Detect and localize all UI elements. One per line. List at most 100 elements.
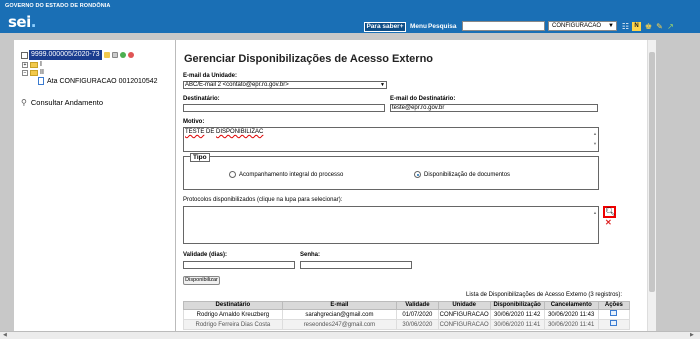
remove-protocol-icon[interactable]: ✕ — [605, 218, 612, 227]
destinatario-input[interactable] — [183, 104, 385, 112]
top-header: GOVERNO DO ESTADO DE RONDÔNIA sei. Para … — [0, 0, 700, 33]
tipo-option-label: Acompanhamento integral do processo — [239, 171, 344, 178]
tree-folder-2[interactable]: − II — [22, 69, 44, 76]
tipo-option-label: Disponibilização de documentos — [424, 171, 511, 178]
chevron-down-icon: ▼ — [608, 23, 614, 29]
government-title: GOVERNO DO ESTADO DE RONDÔNIA — [5, 3, 111, 9]
para-saber-button[interactable]: Para saber+ — [364, 22, 406, 32]
unit-select[interactable]: CONFIGURACAO ▼ — [548, 21, 617, 31]
cell-email: sarahgrecian@gmail.com — [281, 309, 398, 320]
info-icon[interactable] — [111, 52, 118, 58]
consultar-andamento-link[interactable]: ⚲ Consultar Andamento — [21, 98, 103, 107]
tipo-option-documentos[interactable]: Disponibilização de documentos — [414, 171, 510, 178]
col-validade[interactable]: Validade — [396, 301, 439, 310]
horizontal-scrollbar[interactable]: ◀ ▶ — [0, 331, 700, 339]
view-details-icon[interactable] — [610, 320, 618, 326]
email-unidade-label: E-mail da Unidade: — [183, 73, 238, 79]
col-email[interactable]: E-mail — [281, 301, 398, 310]
cell-email: reseondes247@gmail.com — [281, 319, 398, 330]
cell-validade: 01/07/2020 — [396, 309, 439, 320]
email-unidade-select[interactable]: ABC/E-mail 2 <contato@epr.ro.gov.br> ▼ — [183, 81, 387, 89]
senha-input[interactable] — [300, 261, 412, 269]
document-icon — [38, 77, 44, 85]
view-details-icon[interactable] — [610, 310, 618, 316]
tipo-legend: Tipo — [190, 153, 210, 162]
cell-destinatario: Rodrigo Arnaldo Kreuzberg — [183, 309, 283, 320]
folder-icon — [30, 61, 38, 68]
consultar-label: Consultar Andamento — [30, 98, 103, 107]
destinatario-label: Destinatário: — [183, 96, 220, 102]
folder-open-icon — [30, 69, 38, 76]
sei-logo[interactable]: sei. — [8, 13, 36, 31]
collapse-icon[interactable]: − — [22, 69, 28, 76]
document-label[interactable]: Ata CONFIGURACAO 0012010542 — [47, 78, 158, 85]
disponibilizar-button[interactable]: Disponibilizar — [183, 276, 220, 285]
expand-icon[interactable]: + — [22, 61, 28, 68]
protocolos-list[interactable]: ▲ — [183, 206, 599, 244]
motivo-word: TESTE — [185, 129, 205, 135]
vertical-scrollbar[interactable] — [647, 40, 656, 331]
pesquisa-link[interactable]: Pesquisa — [428, 23, 457, 30]
user-icon[interactable]: ♚ — [644, 22, 653, 31]
protocolos-label: Protocolos disponibilizados (clique na l… — [183, 197, 343, 203]
pencil-icon[interactable] — [103, 52, 110, 58]
col-acoes: Ações — [597, 301, 631, 310]
table-header-row: Destinatário E-mail Validade Unidade Dis… — [183, 301, 631, 310]
process-number[interactable]: 9999.000005/2020-73 — [29, 50, 102, 60]
menu-link[interactable]: Menu — [410, 23, 427, 30]
list-scroll-icon[interactable]: ▲ — [593, 208, 597, 218]
validade-input[interactable] — [183, 261, 295, 269]
page-title: Gerenciar Disponibilizações de Acesso Ex… — [184, 53, 434, 65]
col-destinatario[interactable]: Destinatário — [183, 301, 283, 310]
cell-cancelamento: 30/06/2020 11:43 — [543, 309, 599, 320]
process-tree-node[interactable]: 9999.000005/2020-73 — [21, 50, 134, 60]
exit-icon[interactable]: ↗ — [666, 22, 675, 31]
magnifier-icon[interactable]: 🔍︎ — [603, 206, 616, 218]
cell-validade: 30/06/2020 — [396, 319, 439, 330]
cell-unidade: CONFIGURACAO — [437, 309, 491, 320]
table-caption: Lista de Disponibilizações de Acesso Ext… — [466, 292, 623, 298]
cell-destinatario: Rodrigo Ferreira Dias Costa — [183, 319, 283, 330]
email-unidade-value: ABC/E-mail 2 <contato@epr.ro.gov.br> — [185, 82, 289, 88]
scroll-right-icon[interactable]: ▶ — [690, 332, 694, 338]
radio-checked-icon[interactable] — [414, 171, 421, 178]
validade-label: Validade (dias): — [183, 252, 228, 258]
tree-folder-1[interactable]: + I — [22, 61, 42, 68]
table-row: Rodrigo Arnaldo Kreuzberg sarahgrecian@g… — [183, 309, 631, 320]
motivo-word: DISPONIBILIZAC — [216, 129, 264, 135]
tipo-option-integral[interactable]: Acompanhamento integral do processo — [229, 171, 343, 178]
process-tree-sidebar: 9999.000005/2020-73 + I − II Ata CONFIGU… — [14, 40, 176, 331]
add-icon[interactable] — [119, 52, 126, 58]
main-content: Gerenciar Disponibilizações de Acesso Ex… — [176, 40, 656, 331]
cell-disponibilizacao: 30/06/2020 11:41 — [489, 319, 545, 330]
cell-cancelamento: 30/06/2020 11:41 — [543, 319, 599, 330]
tipo-fieldset: Tipo Acompanhamento integral do processo… — [183, 153, 599, 190]
notification-icon[interactable]: N — [632, 22, 641, 31]
disponibilizacoes-table: Destinatário E-mail Validade Unidade Dis… — [183, 301, 631, 330]
col-unidade[interactable]: Unidade — [437, 301, 491, 310]
remove-icon[interactable] — [127, 52, 134, 58]
cell-disponibilizacao: 30/06/2020 11:42 — [489, 309, 545, 320]
motivo-label: Motivo: — [183, 119, 205, 125]
email-destinatario-label: E-mail do Destinatário: — [390, 96, 456, 102]
tools-icon[interactable]: ✎ — [655, 22, 664, 31]
cell-acoes — [597, 319, 631, 330]
motivo-word: DE — [206, 129, 215, 135]
radio-unchecked-icon[interactable] — [229, 171, 236, 178]
unit-select-value: CONFIGURACAO — [552, 23, 602, 29]
col-cancelamento[interactable]: Cancelamento — [543, 301, 599, 310]
search-input[interactable] — [462, 21, 545, 31]
senha-label: Senha: — [300, 252, 321, 258]
textarea-scroll-icon[interactable]: ▲ ▼ — [593, 129, 597, 149]
key-icon: ⚲ — [21, 98, 27, 107]
motivo-textarea[interactable]: TESTE DE DISPONIBILIZAC ▲ ▼ — [183, 127, 599, 152]
cell-unidade: CONFIGURACAO — [437, 319, 491, 330]
col-disponibilizacao[interactable]: Disponibilização — [489, 301, 545, 310]
logo-dot: . — [30, 13, 37, 31]
folder-label: II — [40, 69, 44, 76]
email-destinatario-input[interactable]: teste@epr.ro.gov.br — [390, 104, 598, 112]
grid-icon[interactable]: ☷ — [621, 22, 630, 31]
scroll-left-icon[interactable]: ◀ — [3, 332, 7, 338]
scrollbar-thumb[interactable] — [649, 52, 655, 292]
tree-document[interactable]: Ata CONFIGURACAO 0012010542 — [38, 77, 158, 85]
